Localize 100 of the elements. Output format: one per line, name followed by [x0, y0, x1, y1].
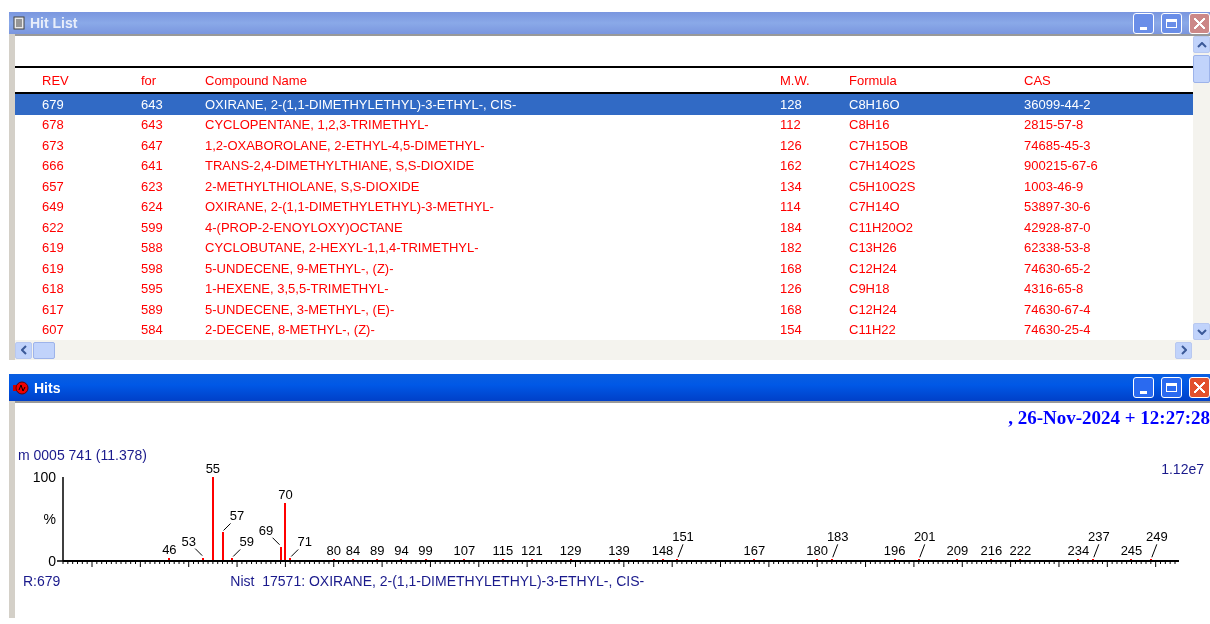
scroll-right-button[interactable] [1175, 341, 1192, 359]
table-cell-text: 643 [141, 117, 164, 133]
column-header[interactable]: Formula [849, 72, 1024, 88]
peak-label: 46 [162, 542, 177, 558]
column-header[interactable]: for [141, 72, 167, 88]
table-cell-text: CYCLOPENTANE, 1,2,3-TRIMETHYL- [205, 117, 430, 133]
table-cell-text: C12H24 [849, 260, 898, 276]
table-row[interactable]: 619 598 5-UNDECENE, 9-METHYL-, (Z)- 168 C12H24 74630-65-2 [15, 258, 1193, 279]
close-button[interactable] [1189, 377, 1210, 398]
window-title: Hits [34, 379, 61, 396]
table-cell-text: C7H14O [849, 199, 901, 215]
table-cell-text: 74630-25-4 [1024, 322, 1092, 338]
table-row[interactable]: 607 584 2-DECENE, 8-METHYL-, (Z)- 154 C11H22 74630-25-4 [15, 319, 1193, 340]
maximize-button[interactable] [1161, 377, 1182, 398]
table-cell-text: 619 [42, 260, 65, 276]
table-cell-text: C9H18 [849, 281, 891, 297]
table-row[interactable]: 618 595 1-HEXENE, 3,5,5-TRIMETHYL- 126 C9H18 4316-65-8 [15, 278, 1193, 299]
horizontal-scrollbar[interactable] [15, 340, 1210, 360]
column-header[interactable]: M.W. [780, 72, 849, 88]
table-cell-text: 607 [42, 322, 65, 338]
window-title: Hit List [30, 15, 78, 31]
table-cell-text: 679 [42, 96, 65, 112]
peak-label: 99 [418, 543, 433, 559]
peak-label: 237 [1087, 529, 1110, 545]
vertical-scrollbar[interactable] [1193, 36, 1210, 340]
table-row[interactable]: 617 589 5-UNDECENE, 3-METHYL-, (E)- 168 C12H24 74630-67-4 [15, 299, 1193, 320]
peak-label: 196 [883, 543, 906, 559]
peak-label: 148 [651, 543, 674, 559]
table-row[interactable]: 619 588 CYCLOBUTANE, 2-HEXYL-1,1,4-TRIMETHYL- 182 C13H26 62338-53-8 [15, 237, 1193, 258]
column-header[interactable]: CAS [1024, 72, 1174, 88]
table-row[interactable]: 679 643 OXIRANE, 2-(1,1-DIMETHYLETHYL)-3-ETHYL-, CIS- 128 C8H16O 36099-44-2 [15, 94, 1193, 115]
table-row[interactable]: 649 624 OXIRANE, 2-(1,1-DIMETHYLETHYL)-3-METHYL- 114 C7H14O 53897-30-6 [15, 196, 1193, 217]
leader-line [223, 522, 232, 531]
table-row[interactable]: 678 643 CYCLOPENTANE, 1,2,3-TRIMETHYL- 112 C8H16 2815-57-8 [15, 114, 1193, 135]
table-cell-text: 126 [780, 281, 803, 297]
table-cell-text: 598 [141, 260, 164, 276]
leader-line [677, 543, 684, 558]
chevron-right-icon [1180, 345, 1187, 355]
table-cell-text: C13H26 [849, 240, 898, 256]
table-cell-text: 74630-67-4 [1024, 301, 1092, 317]
column-header[interactable]: REV [42, 72, 68, 88]
peak-label: 59 [239, 534, 254, 550]
peak-label: 69 [258, 522, 274, 538]
retention-label: R:679 [23, 573, 61, 589]
chevron-down-icon [1196, 328, 1207, 335]
chevron-left-icon [20, 345, 27, 355]
table-cell-text: 168 [780, 301, 803, 317]
table-cell-text: 622 [42, 219, 65, 235]
minimize-button[interactable] [1133, 377, 1154, 398]
table-cell-text: 5-UNDECENE, 3-METHYL-, (E)- [205, 301, 396, 317]
peak-label: 209 [946, 543, 969, 559]
table-row[interactable]: 666 641 TRANS-2,4-DIMETHYLTHIANE, S,S-DIOXIDE 162 C7H14O2S 900215-67-6 [15, 155, 1193, 176]
scroll-thumb[interactable] [1193, 55, 1210, 83]
table-cell-text: 588 [141, 240, 164, 256]
leader-line [1093, 543, 1100, 558]
peak-label: 70 [278, 487, 293, 503]
leader-line [232, 549, 241, 557]
table-cell-text: 42928-87-0 [1024, 219, 1092, 235]
peak-label: 183 [826, 529, 849, 545]
table-cell-text: C7H15OB [849, 137, 910, 153]
column-header[interactable]: Compound Name [205, 72, 780, 88]
table-row[interactable]: 657 623 2-METHYLTHIOLANE, S,S-DIOXIDE 134 C5H10O2S 1003-46-9 [15, 176, 1193, 197]
table-cell-text: 617 [42, 301, 65, 317]
peak-label: 167 [743, 543, 766, 559]
table-cell-text: 666 [42, 158, 65, 174]
table-cell-text: 184 [780, 219, 803, 235]
table-cell-text: 154 [780, 322, 803, 338]
peak-label: 71 [297, 534, 312, 550]
scroll-down-button[interactable] [1193, 323, 1210, 340]
table-cell-text: 619 [42, 240, 65, 256]
table-cell-text: 624 [141, 199, 164, 215]
y-axis-label: % [43, 511, 56, 527]
peak-label: 222 [1009, 543, 1032, 559]
table-row[interactable]: 673 647 1,2-OXABOROLANE, 2-ETHYL-4,5-DIMETHYL- 126 C7H15OB 74685-45-3 [15, 135, 1193, 156]
scroll-up-button[interactable] [1193, 36, 1210, 53]
table-cell-text: 162 [780, 158, 803, 174]
peak-label: 216 [980, 543, 1003, 559]
table-row[interactable]: 622 599 4-(PROP-2-ENOYLOXY)OCTANE 184 C11H20O2 42928-87-0 [15, 217, 1193, 238]
peak-label: 245 [1120, 543, 1143, 559]
table-cell-text: 589 [141, 301, 164, 317]
table-cell-text: 595 [141, 281, 164, 297]
table-cell-text: CYCLOBUTANE, 2-HEXYL-1,1,4-TRIMETHYL- [205, 240, 480, 256]
table-cell-text: 623 [141, 178, 164, 194]
peak-label: 107 [453, 543, 476, 559]
y-axis-label: 100 [32, 469, 56, 485]
scroll-thumb[interactable] [33, 341, 55, 359]
peak-label: 84 [345, 543, 361, 559]
scroll-left-button[interactable] [15, 341, 32, 359]
table-cell-text: 134 [780, 178, 803, 194]
table-cell-text: TRANS-2,4-DIMETHYLTHIANE, S,S-DIOXIDE [205, 158, 476, 174]
table-cell-text: C11H22 [849, 322, 897, 338]
table-cell-text: 1,2-OXABOROLANE, 2-ETHYL-4,5-DIMETHYL- [205, 137, 486, 153]
table-cell-text: 2-DECENE, 8-METHYL-, (Z)- [205, 322, 376, 338]
peak-label: 80 [326, 543, 341, 559]
table-cell-text: 2815-57-8 [1024, 117, 1085, 133]
peak-label: 94 [394, 543, 409, 559]
table-cell-text: 4316-65-8 [1024, 281, 1085, 297]
table-cell-text: 643 [141, 96, 164, 112]
table-cell-text: C7H14O2S [849, 158, 917, 174]
peak-label: 249 [1145, 529, 1168, 545]
